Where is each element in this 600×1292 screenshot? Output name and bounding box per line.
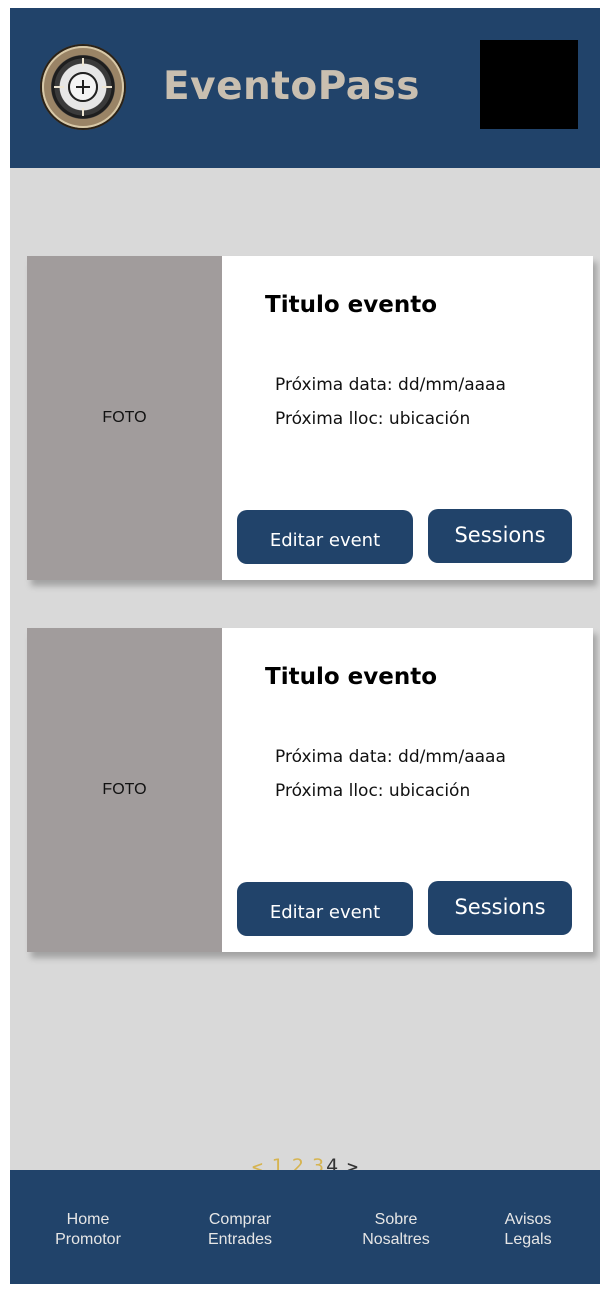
- edit-event-button[interactable]: Editar event: [237, 510, 413, 564]
- sessions-button[interactable]: Sessions: [428, 509, 572, 563]
- event-next-date: Próxima data: dd/mm/aaaa: [275, 375, 506, 395]
- edit-event-button[interactable]: Editar event: [237, 882, 413, 936]
- footer-link-line: Promotor: [55, 1231, 121, 1248]
- footer-nav: Home Promotor Comprar Entrades Sobre Nos…: [10, 1170, 600, 1284]
- footer-link-line: Avisos: [504, 1211, 552, 1228]
- footer-link-comprar-entrades[interactable]: Comprar Entrades: [190, 1210, 290, 1250]
- app-frame: EventoPass FOTO Titulo evento Próxima da…: [10, 8, 600, 1284]
- event-title: Titulo evento: [265, 664, 437, 690]
- event-card: FOTO Titulo evento Próxima data: dd/mm/a…: [27, 256, 593, 580]
- footer-link-home-promotor[interactable]: Home Promotor: [38, 1210, 138, 1250]
- footer-link-line: Home: [66, 1211, 110, 1228]
- event-next-place: Próxima lloc: ubicación: [275, 781, 471, 801]
- event-title: Titulo evento: [265, 292, 437, 318]
- menu-placeholder-box[interactable]: [480, 40, 578, 129]
- event-photo: FOTO: [27, 628, 222, 952]
- footer-link-line: Nosaltres: [362, 1231, 430, 1248]
- event-photo: FOTO: [27, 256, 222, 580]
- event-card: FOTO Titulo evento Próxima data: dd/mm/a…: [27, 628, 593, 952]
- event-next-place: Próxima lloc: ubicación: [275, 409, 471, 429]
- footer-link-sobre-nosaltres[interactable]: Sobre Nosaltres: [346, 1210, 446, 1250]
- app-header: EventoPass: [10, 8, 600, 168]
- brand-name: EventoPass: [163, 64, 420, 109]
- footer-link-line: Comprar: [208, 1211, 272, 1228]
- sessions-button[interactable]: Sessions: [428, 881, 572, 935]
- footer-link-line: Sobre: [374, 1211, 418, 1228]
- seal-logo-graphic: [42, 46, 124, 128]
- footer-link-avisos-legals[interactable]: Avisos Legals: [488, 1210, 568, 1250]
- footer-link-line: Legals: [504, 1231, 552, 1248]
- event-next-date: Próxima data: dd/mm/aaaa: [275, 747, 506, 767]
- seal-logo-icon[interactable]: [40, 44, 126, 130]
- footer-link-line: Entrades: [207, 1231, 273, 1248]
